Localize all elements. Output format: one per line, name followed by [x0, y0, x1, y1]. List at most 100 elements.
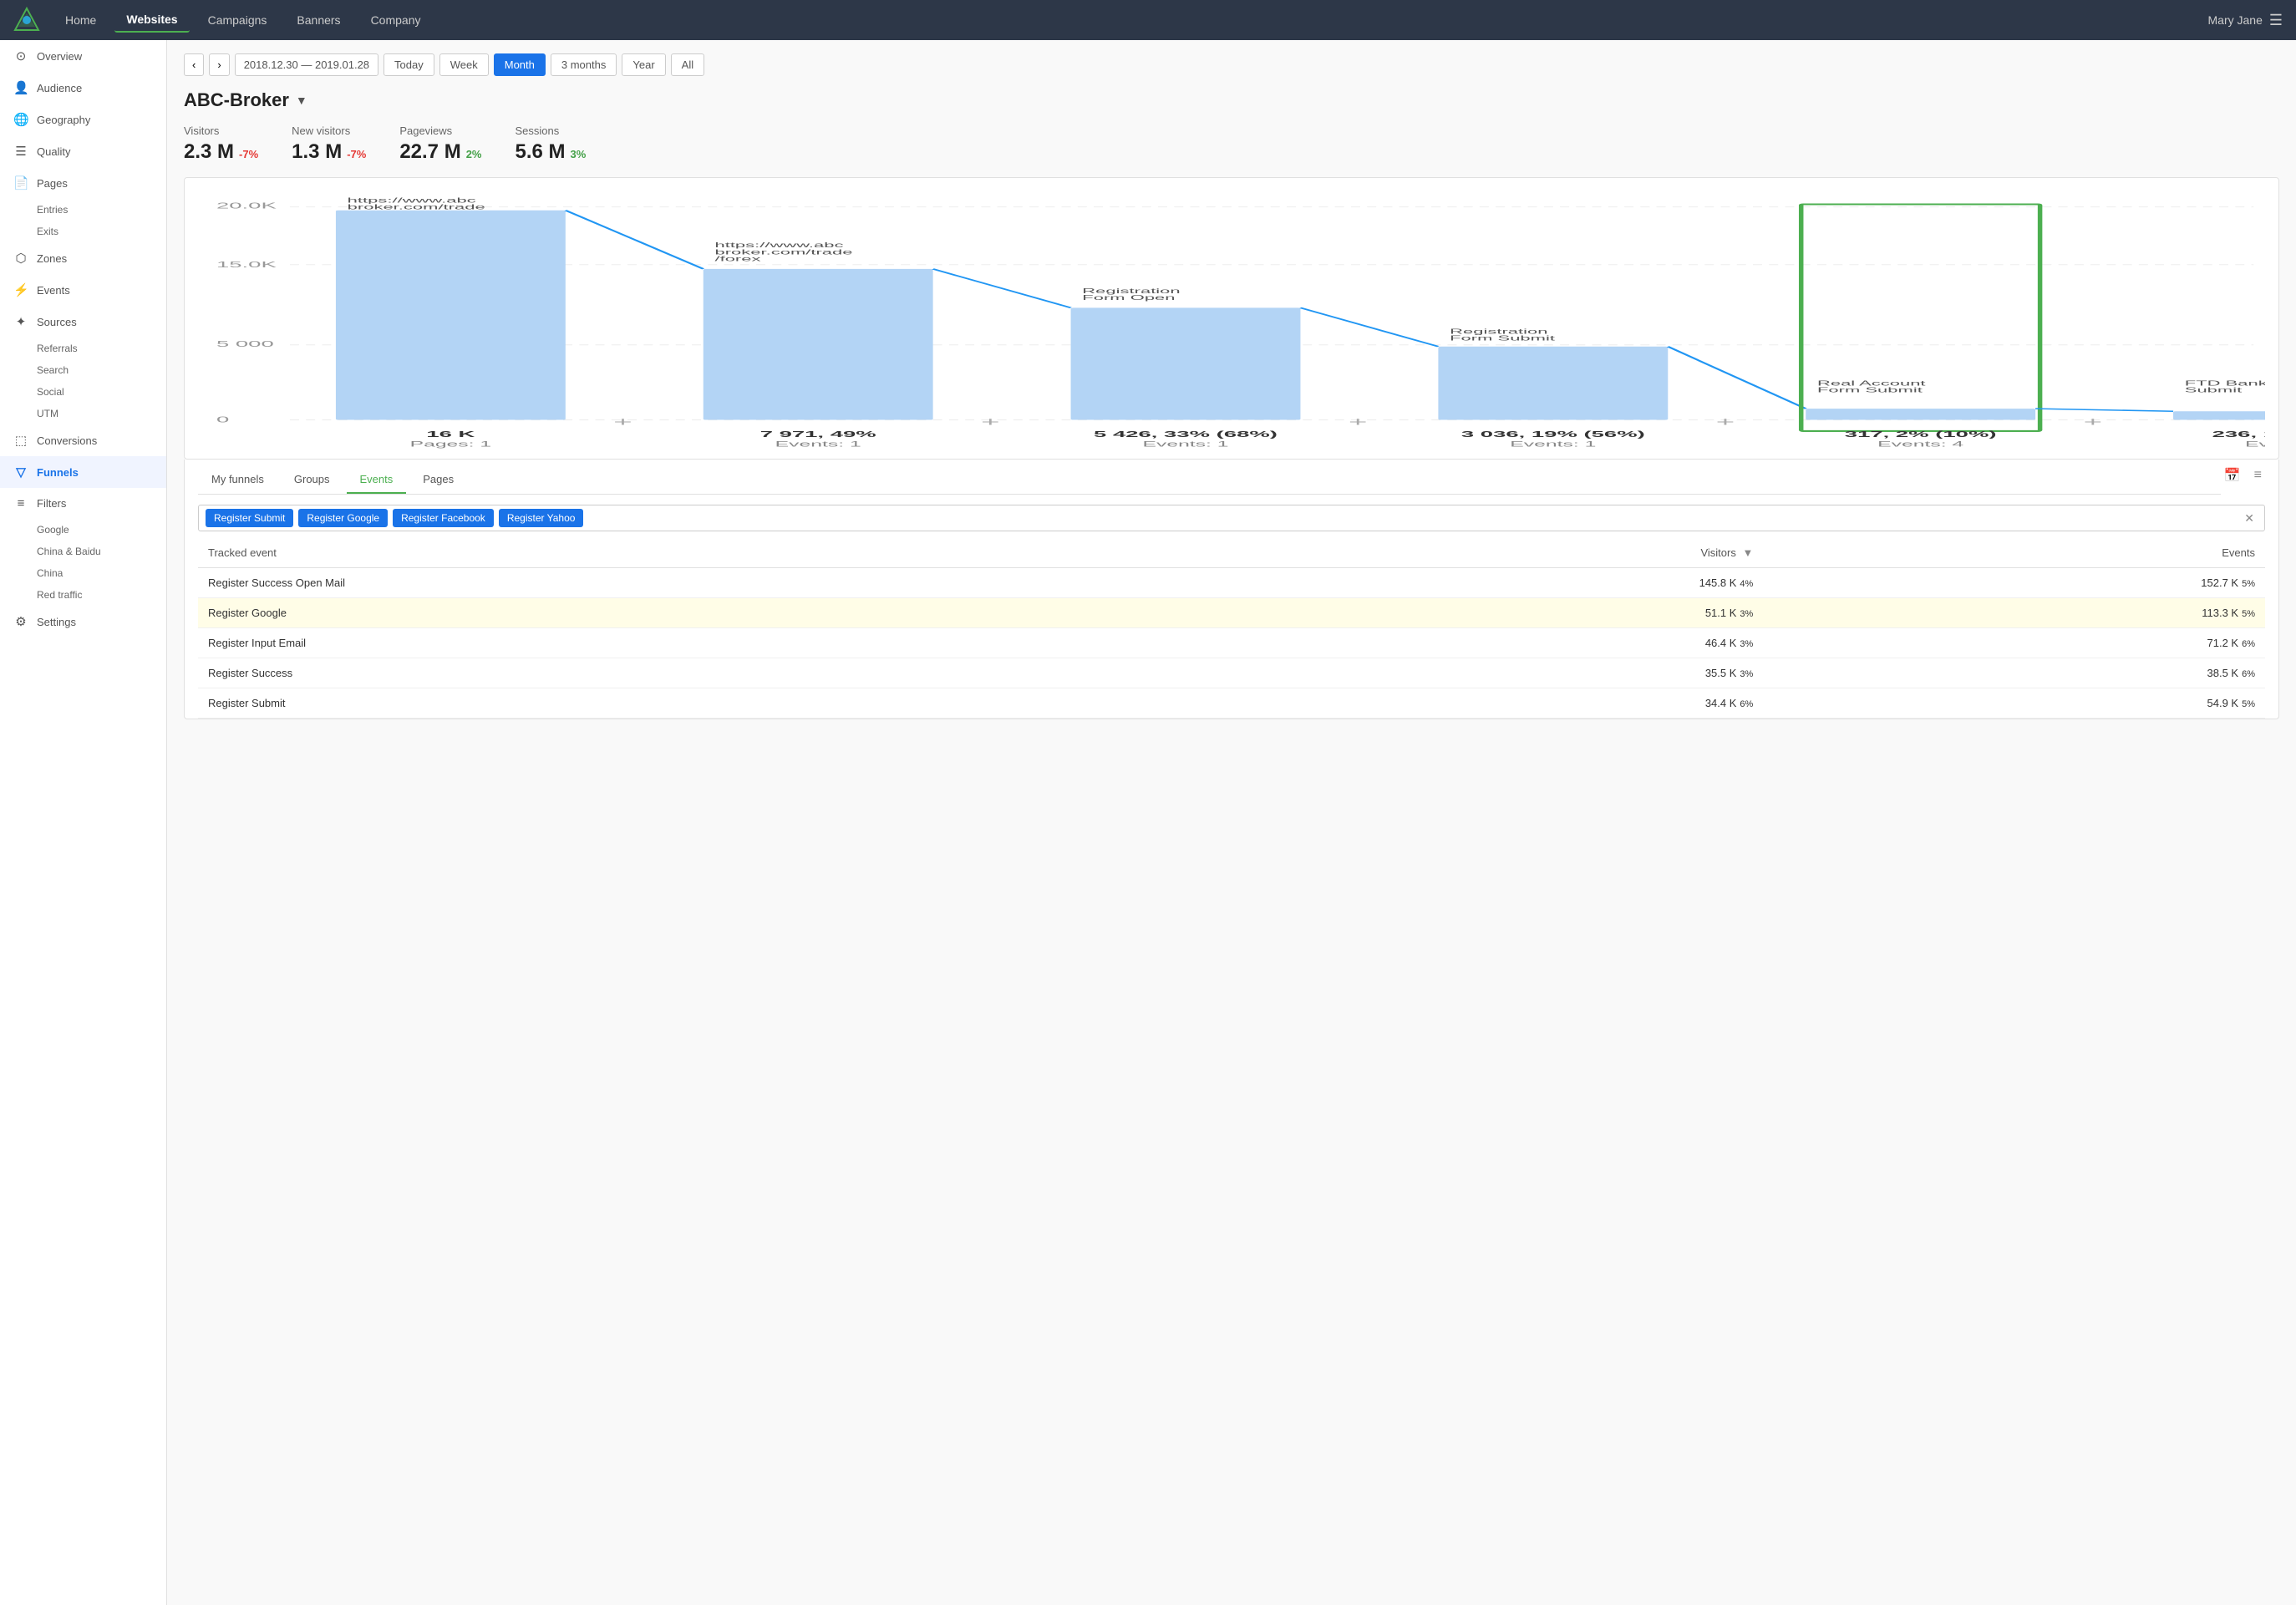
filter-clear-icon[interactable]: ✕	[2241, 511, 2258, 526]
table-row[interactable]: Register Success Open Mail 145.8 K4% 152…	[198, 568, 2265, 598]
sidebar-item-funnels[interactable]: ▽ Funnels	[0, 456, 166, 488]
broker-title: ABC-Broker	[184, 89, 289, 111]
hamburger-icon[interactable]: ☰	[2269, 12, 2283, 29]
broker-dropdown-icon[interactable]: ▼	[296, 94, 307, 107]
tab-my-funnels[interactable]: My funnels	[198, 466, 277, 494]
svg-text:Form Submit: Form Submit	[1817, 386, 1923, 394]
sidebar-item-zones[interactable]: ⬡ Zones	[0, 242, 166, 274]
tab-view-icons: 📅 ≡	[2221, 464, 2265, 490]
broker-header: ABC-Broker ▼	[184, 89, 2279, 111]
sidebar-sub-search[interactable]: Search	[0, 359, 166, 381]
tab-pages[interactable]: Pages	[409, 466, 467, 494]
stat-visitors: Visitors 2.3 M -7%	[184, 124, 258, 164]
filter-tag-register-submit[interactable]: Register Submit	[206, 509, 293, 527]
nav-banners[interactable]: Banners	[285, 8, 352, 32]
events-cell: 152.7 K5%	[1763, 568, 2265, 598]
funnel-chart: 20.0K 15.0K 5 000 0 https://www.abc b	[198, 191, 2265, 459]
events-cell: 71.2 K6%	[1763, 628, 2265, 658]
filter-tag-register-facebook[interactable]: Register Facebook	[393, 509, 494, 527]
stat-new-visitors: New visitors 1.3 M -7%	[292, 124, 366, 164]
date-range-label: 2018.12.30 — 2019.01.28	[235, 53, 378, 76]
stat-sessions-label: Sessions	[515, 124, 586, 137]
tab-events[interactable]: Events	[347, 466, 407, 494]
filters-icon: ≡	[13, 496, 28, 510]
sidebar-zones-label: Zones	[37, 252, 67, 265]
period-all-button[interactable]: All	[671, 53, 704, 76]
event-filter-row: Register Submit Register Google Register…	[198, 495, 2265, 538]
stat-sessions-value: 5.6 M 3%	[515, 140, 586, 164]
svg-text:15.0K: 15.0K	[216, 260, 277, 269]
sidebar-audience-label: Audience	[37, 82, 82, 94]
svg-text:broker.com/trade: broker.com/trade	[348, 203, 485, 211]
svg-text:+: +	[2084, 415, 2102, 429]
stats-row: Visitors 2.3 M -7% New visitors 1.3 M -7…	[184, 124, 2279, 164]
sidebar-sub-china-baidu[interactable]: China & Baidu	[0, 541, 166, 562]
nav-campaigns[interactable]: Campaigns	[196, 8, 279, 32]
svg-text:16 K: 16 K	[426, 429, 475, 439]
date-prev-button[interactable]: ‹	[184, 53, 204, 76]
table-row[interactable]: Register Success 35.5 K3% 38.5 K6%	[198, 658, 2265, 688]
sidebar-sub-exits[interactable]: Exits	[0, 221, 166, 242]
stat-pageviews: Pageviews 22.7 M 2%	[399, 124, 481, 164]
event-name-cell: Register Submit	[198, 688, 1262, 719]
svg-text:Submit: Submit	[2185, 386, 2243, 394]
audience-icon: 👤	[13, 80, 28, 95]
stat-sessions: Sessions 5.6 M 3%	[515, 124, 586, 164]
sidebar-item-sources[interactable]: ✦ Sources	[0, 306, 166, 338]
sidebar-item-filters[interactable]: ≡ Filters	[0, 488, 166, 519]
overview-icon: ⊙	[13, 48, 28, 63]
visitors-cell: 51.1 K3%	[1262, 598, 1764, 628]
period-year-button[interactable]: Year	[622, 53, 665, 76]
filter-tag-register-google[interactable]: Register Google	[298, 509, 388, 527]
calendar-view-icon[interactable]: 📅	[2221, 464, 2244, 487]
sidebar-sub-red-traffic[interactable]: Red traffic	[0, 584, 166, 606]
svg-text:+: +	[613, 415, 632, 429]
stat-new-visitors-value: 1.3 M -7%	[292, 140, 366, 164]
tab-groups[interactable]: Groups	[281, 466, 343, 494]
sidebar-overview-label: Overview	[37, 50, 82, 63]
sidebar-funnels-label: Funnels	[37, 466, 79, 479]
table-row[interactable]: Register Submit 34.4 K6% 54.9 K5%	[198, 688, 2265, 719]
sidebar-item-pages[interactable]: 📄 Pages	[0, 167, 166, 199]
sidebar-item-events[interactable]: ⚡ Events	[0, 274, 166, 306]
sidebar-sub-social[interactable]: Social	[0, 381, 166, 403]
filter-tag-register-yahoo[interactable]: Register Yahoo	[499, 509, 584, 527]
sidebar-item-conversions[interactable]: ⬚ Conversions	[0, 424, 166, 456]
svg-text:3 036, 19% (56%): 3 036, 19% (56%)	[1461, 429, 1645, 439]
sidebar-sub-utm[interactable]: UTM	[0, 403, 166, 424]
events-table: Tracked event Visitors ▼ Events Register…	[198, 538, 2265, 719]
sidebar-conversions-label: Conversions	[37, 434, 97, 447]
period-month-button[interactable]: Month	[494, 53, 546, 76]
sidebar-sub-entries[interactable]: Entries	[0, 199, 166, 221]
stat-pageviews-change: 2%	[466, 148, 482, 160]
event-name-cell: Register Input Email	[198, 628, 1262, 658]
period-today-button[interactable]: Today	[384, 53, 434, 76]
nav-home[interactable]: Home	[53, 8, 108, 32]
sidebar-sub-referrals[interactable]: Referrals	[0, 338, 166, 359]
sidebar-item-geography[interactable]: 🌐 Geography	[0, 104, 166, 135]
funnel-tabs: My funnels Groups Events Pages	[198, 460, 2221, 495]
period-week-button[interactable]: Week	[439, 53, 489, 76]
list-view-icon[interactable]: ≡	[2251, 465, 2265, 486]
date-next-button[interactable]: ›	[209, 53, 229, 76]
conversions-icon: ⬚	[13, 433, 28, 448]
col-visitors[interactable]: Visitors ▼	[1262, 538, 1764, 568]
nav-company[interactable]: Company	[359, 8, 433, 32]
top-nav: Home Websites Campaigns Banners Company …	[0, 0, 2296, 40]
funnels-icon: ▽	[13, 465, 28, 480]
settings-icon: ⚙	[13, 614, 28, 629]
svg-text:236, 1% (74%): 236, 1% (74%)	[2212, 429, 2265, 439]
period-3months-button[interactable]: 3 months	[551, 53, 617, 76]
table-row[interactable]: Register Google 51.1 K3% 113.3 K5%	[198, 598, 2265, 628]
sidebar-item-audience[interactable]: 👤 Audience	[0, 72, 166, 104]
nav-websites[interactable]: Websites	[114, 8, 189, 33]
sidebar-item-settings[interactable]: ⚙ Settings	[0, 606, 166, 637]
sidebar-sub-china[interactable]: China	[0, 562, 166, 584]
stat-visitors-value: 2.3 M -7%	[184, 140, 258, 164]
sidebar-item-quality[interactable]: ☰ Quality	[0, 135, 166, 167]
svg-text:Events: 1: Events: 1	[1510, 439, 1596, 448]
sidebar-item-overview[interactable]: ⊙ Overview	[0, 40, 166, 72]
table-row[interactable]: Register Input Email 46.4 K3% 71.2 K6%	[198, 628, 2265, 658]
sidebar-sub-google[interactable]: Google	[0, 519, 166, 541]
visitors-cell: 46.4 K3%	[1262, 628, 1764, 658]
